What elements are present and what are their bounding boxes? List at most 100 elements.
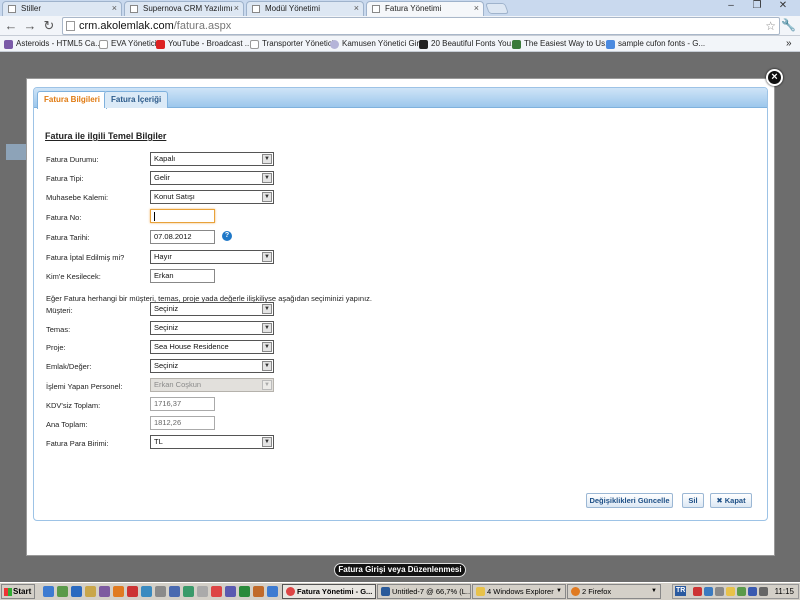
- tray-icon[interactable]: [748, 587, 757, 596]
- new-tab-button[interactable]: [484, 3, 510, 14]
- bookmark-item[interactable]: Asteroids - HTML5 Ca...: [4, 38, 102, 50]
- input-fatura-tarihi[interactable]: 07.08.2012: [150, 230, 215, 244]
- quicklaunch-icon[interactable]: [253, 586, 264, 597]
- clock: 11:15: [774, 587, 794, 596]
- close-tab-icon[interactable]: ×: [354, 2, 359, 15]
- bookmark-item[interactable]: sample cufon fonts - G...: [606, 38, 705, 50]
- close-x-icon: ✖: [716, 496, 725, 505]
- quicklaunch-icon[interactable]: [239, 586, 250, 597]
- quicklaunch-icon[interactable]: [169, 586, 180, 597]
- browser-tab-active[interactable]: Fatura Yönetimi ×: [366, 1, 484, 16]
- select-fatura-iptal[interactable]: Hayır ▼: [150, 250, 274, 264]
- select-value: Gelir: [154, 173, 170, 182]
- dropdown-arrow-icon[interactable]: ▼: [262, 342, 272, 352]
- select-value: TL: [154, 437, 163, 446]
- tray-icon[interactable]: [704, 587, 713, 596]
- dropdown-arrow-icon[interactable]: ▼: [262, 173, 272, 183]
- input-ana-toplam[interactable]: 1812,26: [150, 416, 215, 430]
- dropdown-arrow-icon[interactable]: ▼: [262, 154, 272, 164]
- group-arrow-icon: ▼: [556, 588, 562, 594]
- quicklaunch-icon[interactable]: [99, 586, 110, 597]
- close-tab-icon[interactable]: ×: [474, 2, 479, 15]
- browser-tab-label: Supernova CRM Yazılımı: [143, 4, 233, 13]
- quicklaunch-icon[interactable]: [141, 586, 152, 597]
- bookmark-label: Kamusen Yönetici Girişi: [342, 39, 427, 48]
- select-fatura-tipi[interactable]: Gelir ▼: [150, 171, 274, 185]
- wrench-icon[interactable]: 🔧: [781, 18, 796, 32]
- label-temas: Temas:: [46, 325, 71, 334]
- select-muhasebe-kalemi[interactable]: Konut Satışı ▼: [150, 190, 274, 204]
- taskbar-item-firefox[interactable]: 2 Firefox ▼: [567, 584, 661, 599]
- select-temas[interactable]: Seçiniz ▼: [150, 321, 274, 335]
- close-tab-icon[interactable]: ×: [234, 2, 239, 15]
- system-tray: TR 11:15: [672, 584, 799, 599]
- quicklaunch-icon[interactable]: [57, 586, 68, 597]
- taskbar-item-explorer[interactable]: 4 Windows Explorer ▼: [472, 584, 566, 599]
- browser-tab-label: Modül Yönetimi: [265, 4, 320, 13]
- tray-icon[interactable]: [715, 587, 724, 596]
- quicklaunch-icon[interactable]: [267, 586, 278, 597]
- folder-icon: [476, 587, 485, 596]
- back-icon[interactable]: ←: [3, 18, 19, 34]
- quicklaunch-icon[interactable]: [71, 586, 82, 597]
- select-fatura-durumu[interactable]: Kapalı ▼: [150, 152, 274, 166]
- update-button[interactable]: Değişiklikleri Güncelle: [586, 493, 673, 508]
- tab-fatura-icerigi[interactable]: Fatura İçeriği: [104, 91, 169, 108]
- url-input[interactable]: crm.akolemlak.com/fatura.aspx ☆: [62, 17, 780, 35]
- browser-tab[interactable]: Supernova CRM Yazılımı ×: [124, 1, 244, 16]
- language-indicator[interactable]: TR: [675, 586, 687, 596]
- input-fatura-no[interactable]: [150, 209, 215, 223]
- quicklaunch-icon[interactable]: [225, 586, 236, 597]
- bookmark-item[interactable]: 20 Beautiful Fonts You...: [419, 38, 518, 50]
- bookmark-star-icon[interactable]: ☆: [765, 18, 776, 34]
- bookmark-item[interactable]: Transporter Yönetici: [250, 38, 334, 50]
- tray-icon[interactable]: [737, 587, 746, 596]
- tray-icon[interactable]: [726, 587, 735, 596]
- bookmark-item[interactable]: Kamusen Yönetici Girişi: [330, 38, 427, 50]
- dropdown-arrow-icon[interactable]: ▼: [262, 361, 272, 371]
- close-button[interactable]: ✖ Kapat: [710, 493, 752, 508]
- dropdown-arrow-icon[interactable]: ▼: [262, 252, 272, 262]
- select-musteri[interactable]: Seçiniz ▼: [150, 302, 274, 316]
- minimize-icon[interactable]: –: [718, 0, 744, 14]
- taskbar-item-photoshop[interactable]: Untitled-7 @ 66,7% (L...: [377, 584, 471, 599]
- quicklaunch-icon[interactable]: [183, 586, 194, 597]
- google-icon: [606, 40, 615, 49]
- tab-fatura-bilgileri[interactable]: Fatura Bilgileri: [37, 91, 108, 109]
- bookmarks-overflow-icon[interactable]: »: [786, 38, 792, 50]
- dropdown-arrow-icon[interactable]: ▼: [262, 304, 272, 314]
- taskbar-item-chrome[interactable]: Fatura Yönetimi - G...: [282, 584, 376, 599]
- forward-icon[interactable]: →: [22, 18, 38, 34]
- quicklaunch-icon[interactable]: [85, 586, 96, 597]
- input-kime-kesilecek[interactable]: Erkan: [150, 269, 215, 283]
- tray-icon[interactable]: [693, 587, 702, 596]
- bookmark-item[interactable]: EVA Yönetici: [99, 38, 157, 50]
- select-emlak-deger[interactable]: Seçiniz ▼: [150, 359, 274, 373]
- close-window-icon[interactable]: ✕: [770, 0, 796, 14]
- select-para-birimi[interactable]: TL ▼: [150, 435, 274, 449]
- quicklaunch-icon[interactable]: [113, 586, 124, 597]
- quicklaunch-icon[interactable]: [211, 586, 222, 597]
- bookmark-item[interactable]: The Easiest Way to Us...: [512, 38, 612, 50]
- dropdown-arrow-icon[interactable]: ▼: [262, 323, 272, 333]
- close-tab-icon[interactable]: ×: [112, 2, 117, 15]
- dropdown-arrow-icon[interactable]: ▼: [262, 192, 272, 202]
- delete-button[interactable]: Sil: [682, 493, 704, 508]
- close-button-label: Kapat: [724, 496, 746, 505]
- bookmark-item[interactable]: YouTube - Broadcast ...: [156, 38, 251, 50]
- browser-tab[interactable]: Modül Yönetimi ×: [246, 1, 364, 16]
- reload-icon[interactable]: ↻: [41, 18, 57, 34]
- input-kdvsiz-toplam[interactable]: 1716,37: [150, 397, 215, 411]
- modal-close-icon[interactable]: ×: [766, 69, 783, 86]
- quicklaunch-icon[interactable]: [197, 586, 208, 597]
- start-button[interactable]: Start: [1, 584, 35, 599]
- quicklaunch-icon[interactable]: [155, 586, 166, 597]
- help-icon[interactable]: ?: [222, 231, 232, 241]
- select-proje[interactable]: Sea House Residence ▼: [150, 340, 274, 354]
- maximize-icon[interactable]: ❐: [744, 0, 770, 14]
- speaker-icon[interactable]: [759, 587, 768, 596]
- browser-tab[interactable]: Stiller ×: [2, 1, 122, 16]
- quicklaunch-icon[interactable]: [43, 586, 54, 597]
- quicklaunch-icon[interactable]: [127, 586, 138, 597]
- dropdown-arrow-icon[interactable]: ▼: [262, 437, 272, 447]
